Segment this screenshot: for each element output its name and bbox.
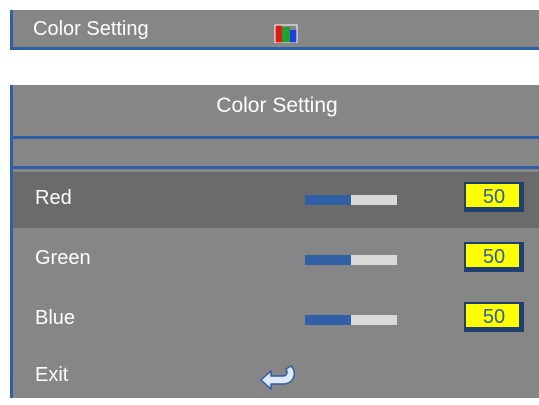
color-setting-panel: Color Setting Red 50 Green 50 Blue 50 Ex… [10,85,539,398]
menu-item-label: Red [35,187,72,209]
red-value-box: 50 [464,182,524,212]
blue-value-box: 50 [464,302,524,332]
slider-fill [305,195,351,205]
slider-fill [305,255,351,265]
menu-item-red[interactable]: Red 50 [13,172,539,228]
blue-level-slider[interactable] [305,315,397,325]
panel-divider [13,139,539,169]
menu-item-blue[interactable]: Blue 50 [13,292,539,348]
color-bars-icon [274,24,298,43]
menu-item-label: Exit [35,364,69,386]
red-level-slider[interactable] [305,195,397,205]
osd-header-bar: Color Setting [10,10,539,50]
green-value-box: 50 [464,242,524,272]
menu-item-exit[interactable]: Exit [13,349,539,405]
green-level-slider[interactable] [305,255,397,265]
menu-item-label: Blue [35,307,76,329]
menu-item-label: Green [35,247,91,269]
slider-fill [305,315,351,325]
return-arrow-icon [260,365,296,390]
header-title: Color Setting [33,18,149,40]
panel-titlebar: Color Setting [13,85,539,139]
panel-title: Color Setting [216,94,338,117]
menu-item-green[interactable]: Green 50 [13,232,539,288]
